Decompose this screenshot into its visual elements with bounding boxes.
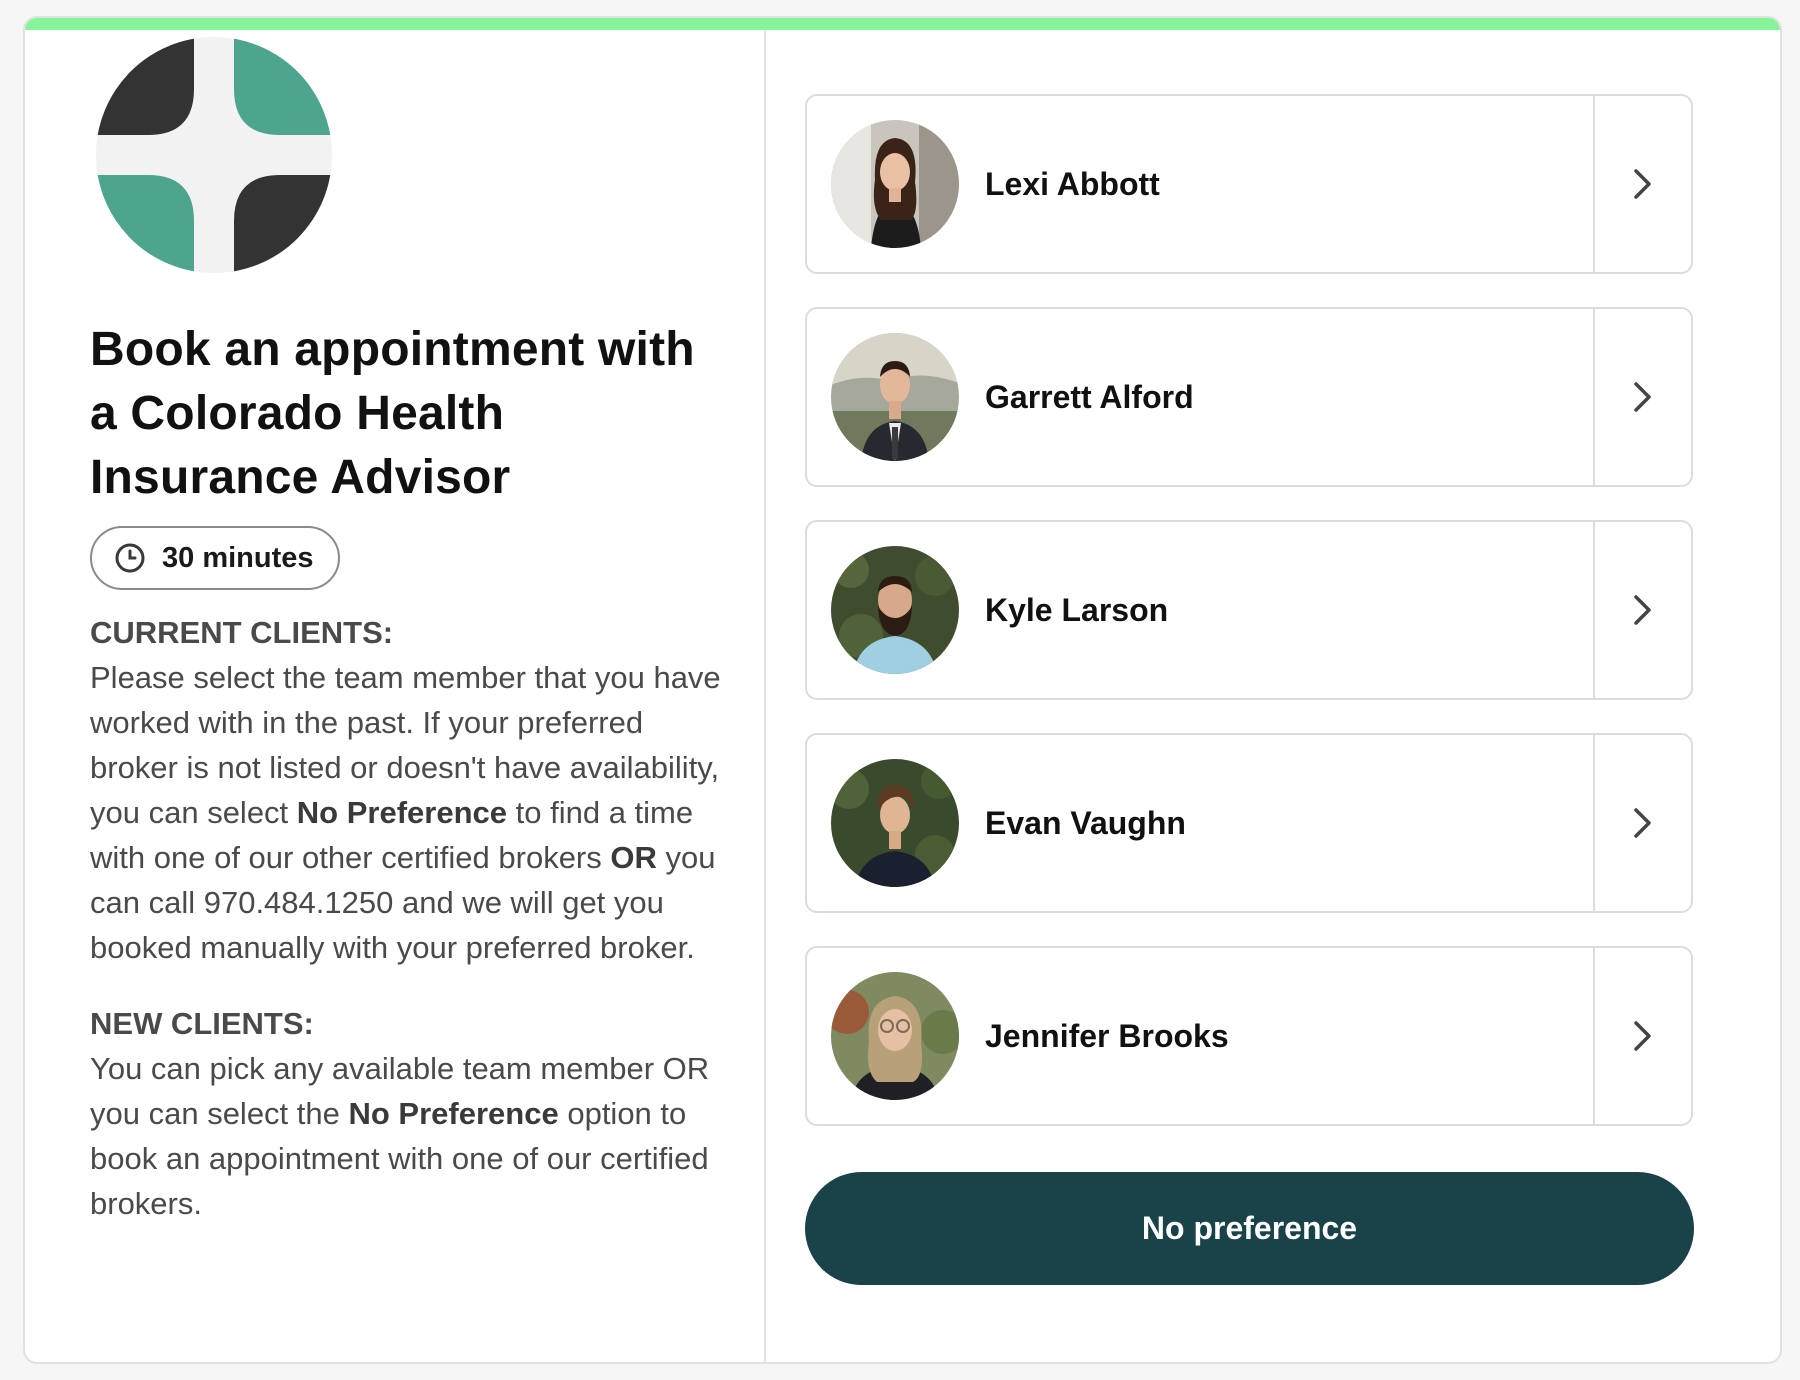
chevron-right-icon [1634,169,1651,199]
select-broker-button[interactable] [1593,948,1691,1124]
broker-name: Evan Vaughn [985,804,1186,841]
broker-name: Garrett Alford [985,378,1194,415]
current-clients-heading: CURRENT CLIENTS: [90,615,394,650]
logo-icon [96,37,332,273]
column-divider [764,30,766,1362]
select-broker-button[interactable] [1593,309,1691,485]
broker-option-evan-vaughn[interactable]: Evan Vaughn [805,733,1693,913]
avatar [831,333,959,461]
no-preference-button[interactable]: No preference [805,1172,1694,1285]
broker-option-jennifer-brooks[interactable]: Jennifer Brooks [805,946,1693,1126]
avatar [831,546,959,674]
page-title: Book an appointment with a Colorado Heal… [90,323,695,504]
chevron-right-icon [1634,1021,1651,1051]
broker-name: Kyle Larson [985,591,1169,628]
chevron-right-icon [1634,808,1651,838]
chevron-right-icon [1634,595,1651,625]
duration-badge: 30 minutes [90,526,340,590]
avatar [831,120,959,248]
avatar [831,972,959,1100]
broker-option-lexi-abbott[interactable]: Lexi Abbott [805,94,1693,274]
avatar [831,759,959,887]
accent-bar [25,18,1780,30]
info-panel: Book an appointment with a Colorado Heal… [25,30,764,1362]
new-clients-text: You can pick any available team member O… [90,1051,710,1221]
duration-label: 30 minutes [162,541,314,574]
broker-option-garrett-alford[interactable]: Garrett Alford [805,307,1693,487]
instructions: CURRENT CLIENTS: Please select the team … [90,610,730,1226]
select-broker-button[interactable] [1593,522,1691,698]
select-broker-button[interactable] [1593,735,1691,911]
broker-name: Lexi Abbott [985,165,1160,202]
broker-name: Jennifer Brooks [985,1017,1229,1054]
current-clients-text: Please select the team member that you h… [90,660,721,965]
broker-option-kyle-larson[interactable]: Kyle Larson [805,520,1693,700]
chevron-right-icon [1634,382,1651,412]
new-clients-heading: NEW CLIENTS: [90,1006,314,1041]
select-broker-button[interactable] [1593,96,1691,272]
clock-icon [115,543,145,573]
